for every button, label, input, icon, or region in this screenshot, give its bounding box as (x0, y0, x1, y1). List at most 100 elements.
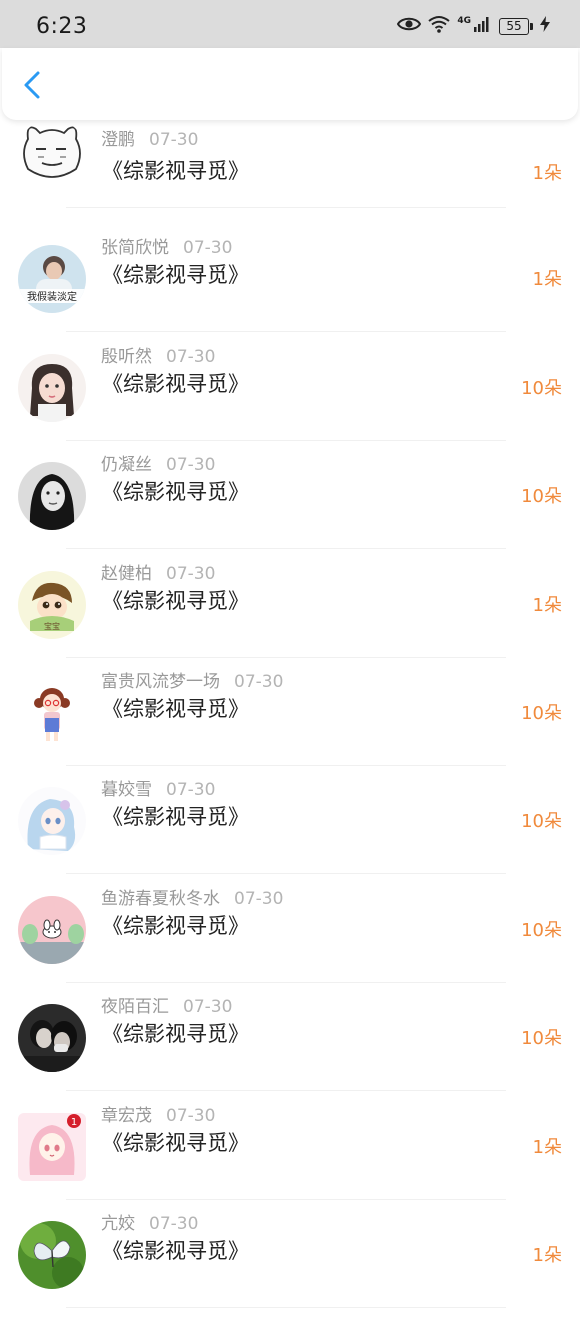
user-name[interactable]: 亢姣 (101, 1214, 135, 1234)
item-meta: 亢姣 07-30 (101, 1209, 198, 1234)
item-date: 07-30 (149, 130, 199, 150)
item-date: 07-30 (166, 563, 216, 584)
flower-amount: 10朵 (521, 811, 562, 833)
item-meta: 富贵风流梦一场 07-30 (101, 667, 283, 692)
divider (66, 765, 506, 766)
item-meta: 仍凝丝 07-30 (101, 450, 215, 475)
avatar-anime-blue-hair[interactable] (18, 787, 86, 856)
chevron-left-icon (24, 71, 40, 99)
item-meta: 殷听然 07-30 (101, 342, 215, 367)
avatar-bw-portrait[interactable] (18, 462, 86, 531)
status-bar: 6:23 4G 55 (0, 0, 580, 48)
back-button[interactable] (18, 70, 48, 100)
avatar-couple-dark[interactable] (18, 1004, 86, 1073)
book-title[interactable]: 《综影视寻觅》 (102, 1235, 249, 1265)
item-date: 07-30 (234, 672, 284, 692)
book-title[interactable]: 《综影视寻觅》 (102, 476, 249, 506)
list-item[interactable]: 暮姣雪 07-30 《综影视寻觅》 10朵 (0, 775, 580, 883)
svg-text:宝宝: 宝宝 (44, 621, 60, 631)
book-title[interactable]: 《综影视寻觅》 (102, 1018, 249, 1048)
divider (66, 331, 506, 333)
item-date: 07-30 (183, 238, 233, 259)
svg-text:我假装淡定: 我假装淡定 (27, 290, 77, 303)
divider (66, 981, 506, 983)
item-meta: 章宏茂 07-30 (101, 1101, 215, 1126)
status-time: 6:23 (36, 14, 88, 39)
list-item[interactable]: 亢姣 07-30 《综影视寻觅》 1朵 (0, 1209, 580, 1317)
divider (66, 207, 506, 208)
flower-amount: 1朵 (532, 1136, 562, 1158)
list-item[interactable]: 我假装淡定 张简欣悦 07-30 《综影视寻觅》 1朵 (0, 233, 580, 341)
list-item[interactable]: 夜陌百汇 07-30 《综影视寻觅》 10朵 (0, 992, 580, 1100)
divider (66, 439, 506, 441)
divider (66, 1307, 506, 1308)
user-name[interactable]: 殷听然 (101, 347, 152, 367)
list-item[interactable]: 富贵风流梦一场 07-30 《综影视寻觅》 10朵 (0, 667, 580, 775)
network-type: 4G (457, 16, 471, 26)
flower-amount: 1朵 (532, 163, 562, 184)
flower-amount: 1朵 (532, 269, 562, 291)
item-meta: 赵健柏 07-30 (101, 559, 215, 584)
avatar-anime-pink-hair[interactable]: 1 (18, 1112, 86, 1181)
list-item[interactable]: 殷听然 07-30 《综影视寻觅》 10朵 (0, 342, 580, 450)
list-item[interactable]: 仍凝丝 07-30 《综影视寻觅》 10朵 (0, 450, 580, 558)
battery-icon: 55 (499, 17, 533, 35)
item-meta: 张简欣悦 07-30 (101, 233, 232, 258)
avatar-photo-with-caption[interactable]: 我假装淡定 (18, 245, 86, 314)
eye-icon (397, 16, 422, 36)
avatar-meme-face[interactable] (18, 119, 86, 187)
user-name[interactable]: 夜陌百汇 (101, 997, 169, 1017)
user-name[interactable]: 富贵风流梦一场 (101, 672, 220, 692)
avatar-butterfly-green[interactable] (18, 1221, 86, 1289)
flower-amount: 10朵 (521, 377, 562, 399)
divider (66, 1090, 506, 1092)
item-date: 07-30 (234, 888, 284, 909)
flower-amount: 1朵 (532, 594, 562, 616)
avatar-girl-portrait[interactable] (18, 353, 86, 422)
avatar-cartoon-boy[interactable]: 宝宝 (18, 570, 86, 639)
user-name[interactable]: 章宏茂 (101, 1106, 152, 1126)
item-date: 07-30 (166, 1105, 216, 1126)
user-name[interactable]: 仍凝丝 (101, 455, 152, 475)
list-item[interactable]: 宝宝 赵健柏 07-30 《综影视寻觅》 1朵 (0, 559, 580, 667)
item-date: 07-30 (166, 346, 216, 367)
item-meta: 鱼游春夏秋冬水 07-30 (101, 884, 283, 909)
flower-amount: 10朵 (521, 486, 562, 508)
status-icons: 4G 55 (397, 15, 550, 37)
divider (66, 548, 506, 550)
nav-bar (2, 48, 578, 120)
book-title[interactable]: 《综影视寻觅》 (102, 585, 249, 615)
item-date: 07-30 (166, 455, 216, 476)
item-date: 07-30 (166, 780, 216, 801)
list-item[interactable]: 澄鹏 07-30 《综影视寻觅》 1朵 (0, 119, 580, 233)
wifi-icon (428, 15, 450, 37)
user-name[interactable]: 赵健柏 (101, 564, 152, 584)
svg-text:1: 1 (71, 1117, 77, 1128)
book-title[interactable]: 《综影视寻觅》 (102, 693, 249, 723)
avatar-cartoon-girl[interactable] (18, 679, 86, 747)
user-name[interactable]: 澄鹏 (101, 130, 135, 150)
list-item[interactable]: 鱼游春夏秋冬水 07-30 《综影视寻觅》 10朵 (0, 884, 580, 992)
item-date: 07-30 (183, 997, 233, 1018)
user-name[interactable]: 鱼游春夏秋冬水 (101, 889, 220, 909)
flower-amount: 10朵 (521, 703, 562, 724)
user-name[interactable]: 张简欣悦 (101, 238, 169, 258)
item-date: 07-30 (149, 1214, 199, 1234)
divider (66, 1198, 506, 1200)
book-title[interactable]: 《综影视寻觅》 (102, 1127, 249, 1157)
book-title[interactable]: 《综影视寻觅》 (102, 259, 249, 289)
flower-amount: 10朵 (521, 1028, 562, 1050)
avatar-pink-bunny[interactable] (18, 895, 86, 964)
divider (66, 656, 506, 658)
book-title[interactable]: 《综影视寻觅》 (102, 155, 249, 185)
book-title[interactable]: 《综影视寻觅》 (102, 910, 249, 940)
item-meta: 澄鹏 07-30 (101, 125, 198, 150)
charging-icon (540, 16, 550, 36)
item-meta: 夜陌百汇 07-30 (101, 992, 232, 1017)
flower-amount: 10朵 (521, 919, 562, 941)
book-title[interactable]: 《综影视寻觅》 (102, 368, 249, 398)
list-item[interactable]: 1 章宏茂 07-30 《综影视寻觅》 1朵 (0, 1101, 580, 1209)
flower-amount: 1朵 (532, 1245, 562, 1266)
book-title[interactable]: 《综影视寻觅》 (102, 801, 249, 831)
user-name[interactable]: 暮姣雪 (101, 780, 152, 800)
